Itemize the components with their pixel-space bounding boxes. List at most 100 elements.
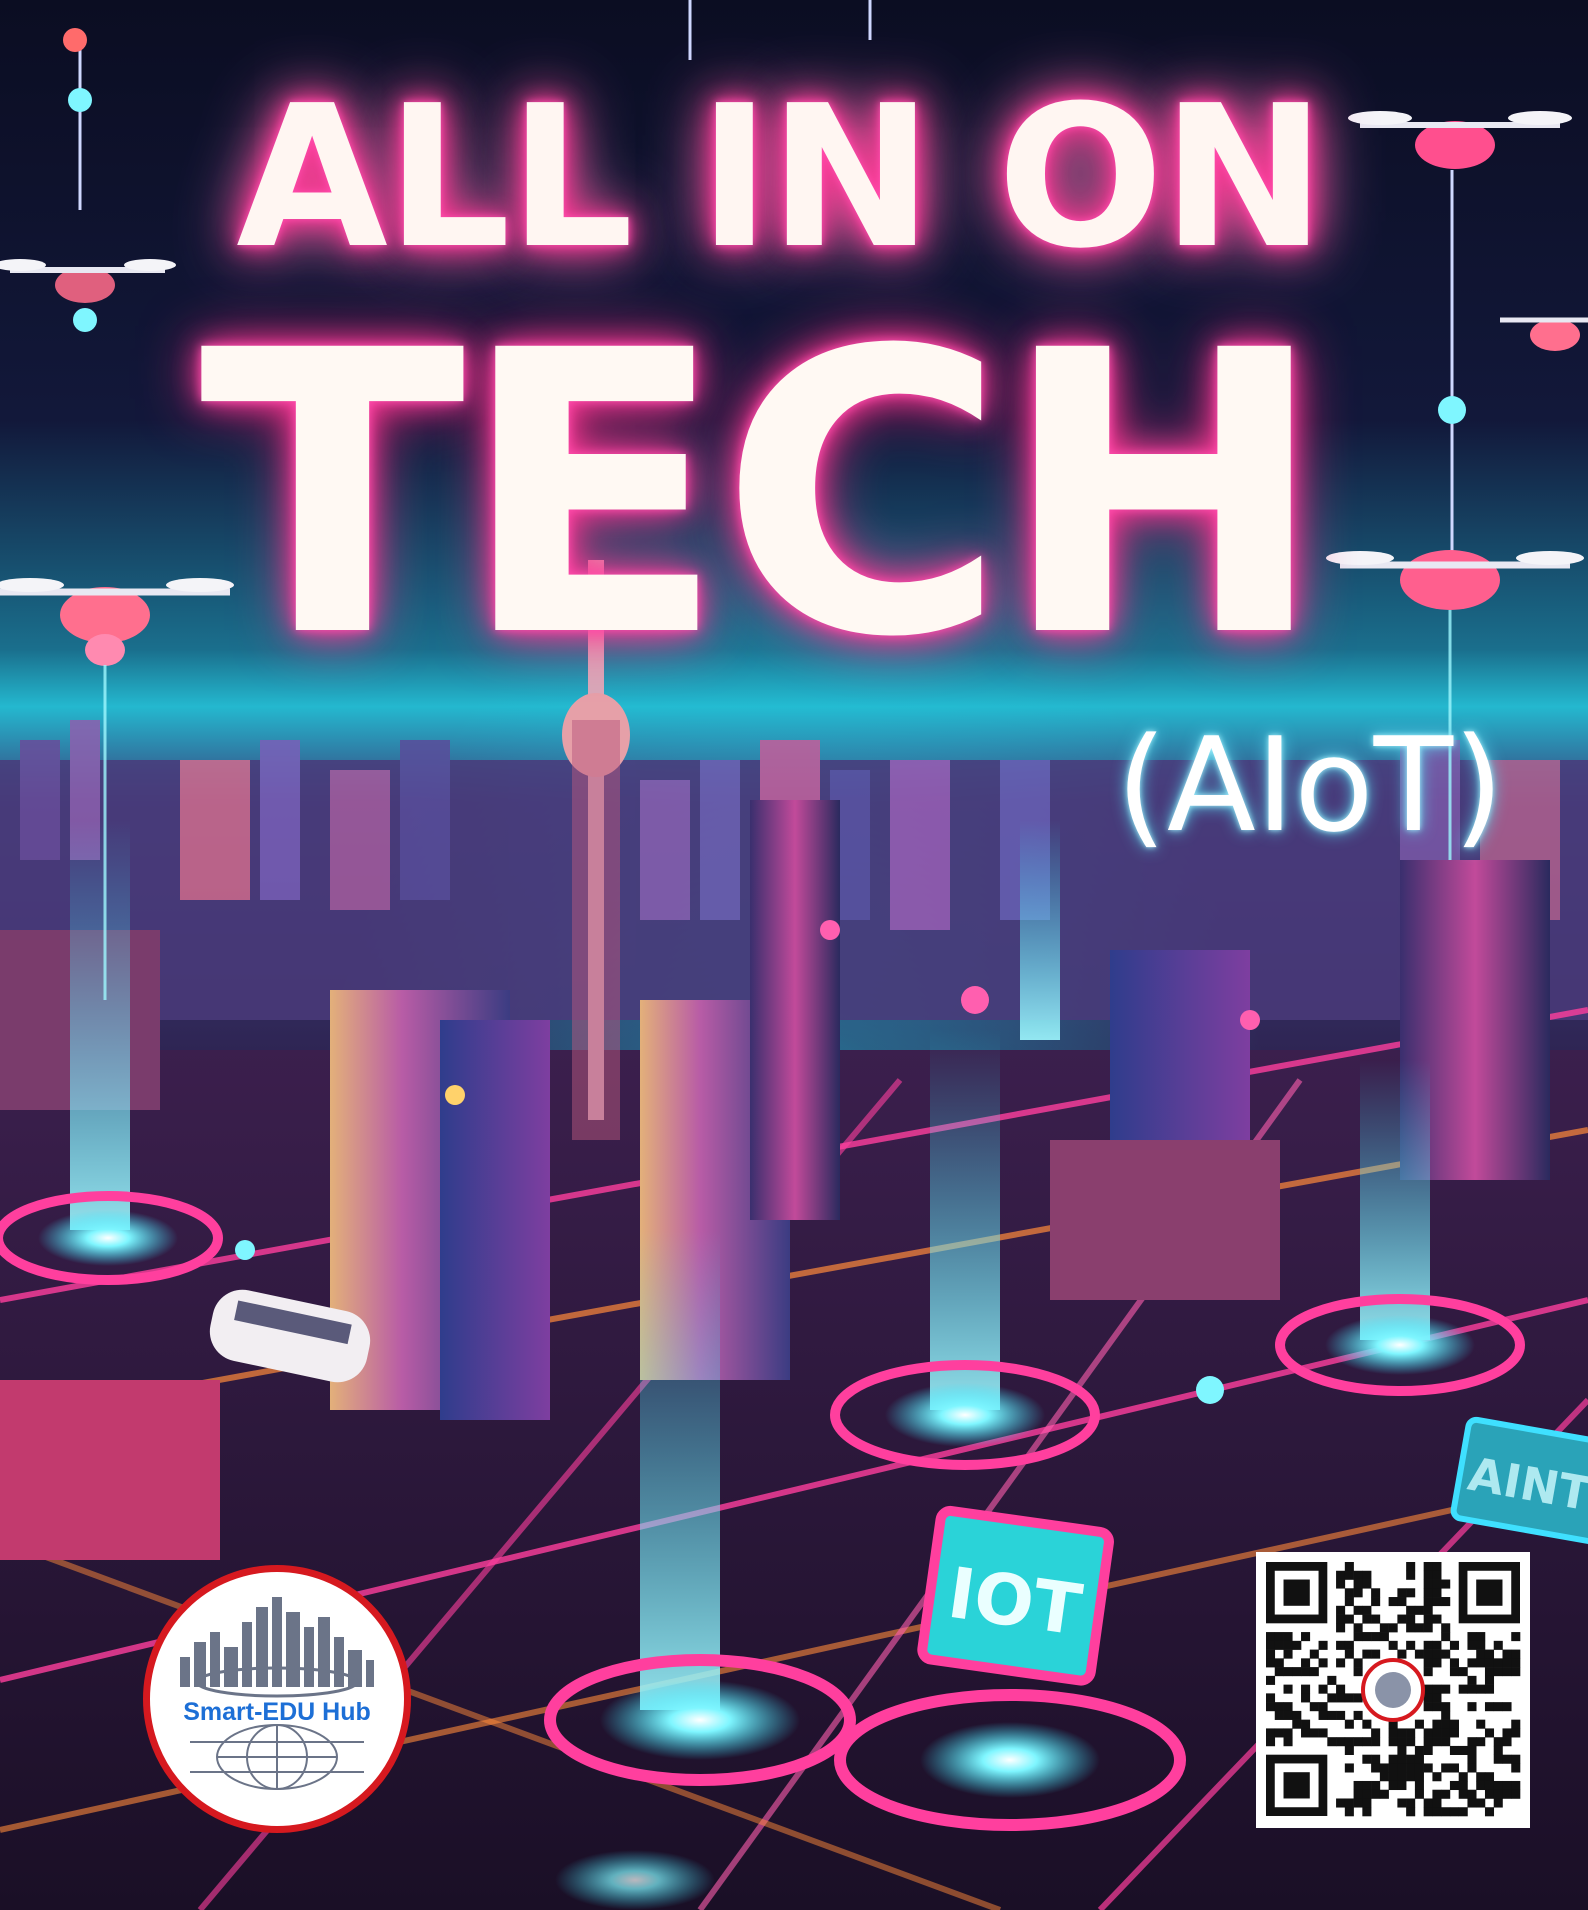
qr-module bbox=[1511, 1763, 1521, 1773]
drone-top-left bbox=[63, 28, 92, 210]
qr-module bbox=[1344, 1719, 1354, 1729]
qr-module bbox=[1432, 1684, 1442, 1694]
qr-module bbox=[1423, 1693, 1433, 1703]
qr-module bbox=[1283, 1640, 1293, 1650]
qr-module bbox=[1379, 1789, 1389, 1799]
qr-module bbox=[1406, 1772, 1416, 1782]
title-line-1: ALL IN ON bbox=[236, 64, 1326, 292]
qr-module bbox=[1493, 1658, 1503, 1668]
qr-module bbox=[1336, 1737, 1346, 1747]
qr-module bbox=[1476, 1780, 1486, 1791]
qr-module bbox=[1371, 1632, 1381, 1642]
qr-module bbox=[1344, 1763, 1354, 1773]
qr-module bbox=[1476, 1658, 1486, 1668]
qr-module bbox=[1353, 1798, 1363, 1808]
qr-module bbox=[1362, 1737, 1372, 1747]
qr-module bbox=[1353, 1623, 1363, 1633]
qr-module bbox=[1502, 1780, 1512, 1791]
qr-module bbox=[1274, 1710, 1284, 1720]
qr-module bbox=[1309, 1649, 1319, 1659]
qr-module bbox=[1493, 1780, 1503, 1791]
qr-module bbox=[1441, 1807, 1451, 1817]
qr-module bbox=[1327, 1693, 1337, 1703]
qr-module bbox=[1423, 1640, 1433, 1650]
qr-module bbox=[1362, 1807, 1372, 1817]
qr-module bbox=[1336, 1614, 1346, 1624]
iot-sign: IOT bbox=[917, 1505, 1114, 1686]
qr-module bbox=[1336, 1640, 1346, 1650]
qr-module bbox=[1344, 1693, 1354, 1703]
qr-module bbox=[1423, 1745, 1433, 1755]
qr-module bbox=[1336, 1798, 1346, 1808]
qr-module bbox=[1327, 1710, 1337, 1720]
qr-module bbox=[1266, 1632, 1276, 1642]
qr-module bbox=[1467, 1798, 1477, 1808]
drone-right-2 bbox=[1500, 317, 1588, 351]
qr-module bbox=[1467, 1632, 1477, 1642]
qr-module bbox=[1467, 1640, 1477, 1650]
qr-module bbox=[1423, 1597, 1433, 1607]
qr-module bbox=[1379, 1763, 1389, 1773]
qr-module bbox=[1397, 1763, 1407, 1773]
qr-module bbox=[1292, 1667, 1302, 1677]
qr-module bbox=[1423, 1605, 1433, 1615]
qr-module bbox=[1397, 1649, 1407, 1659]
qr-module bbox=[1397, 1614, 1407, 1624]
qr-module bbox=[1502, 1728, 1512, 1738]
qr-module bbox=[1353, 1579, 1363, 1589]
qr-module bbox=[1266, 1693, 1276, 1703]
qr-module bbox=[1414, 1754, 1424, 1764]
qr-module bbox=[1423, 1684, 1433, 1694]
qr-module bbox=[1266, 1675, 1276, 1685]
qr-module bbox=[1362, 1614, 1372, 1624]
qr-module bbox=[1283, 1684, 1293, 1694]
qr-module bbox=[1301, 1684, 1311, 1694]
qr-module bbox=[1406, 1737, 1416, 1747]
qr-module bbox=[1353, 1588, 1363, 1598]
qr-module bbox=[1388, 1737, 1398, 1747]
title-line-3: (AIoT) bbox=[1116, 709, 1504, 861]
qr-module bbox=[1283, 1728, 1293, 1738]
qr-module bbox=[1476, 1649, 1486, 1659]
qr-module bbox=[1423, 1737, 1433, 1747]
qr-module bbox=[1371, 1588, 1381, 1598]
qr-module bbox=[1449, 1745, 1459, 1755]
qr-module bbox=[1449, 1763, 1459, 1773]
qr-module bbox=[1362, 1579, 1372, 1589]
qr-module bbox=[1406, 1640, 1416, 1650]
qr-module bbox=[1467, 1763, 1477, 1773]
qr-module bbox=[1353, 1658, 1363, 1668]
qr-module bbox=[1336, 1605, 1346, 1615]
qr-module bbox=[1283, 1710, 1293, 1720]
qr-module bbox=[1371, 1737, 1381, 1747]
qr-module bbox=[1432, 1640, 1442, 1650]
qr-module bbox=[1423, 1658, 1433, 1668]
qr-module bbox=[1388, 1754, 1398, 1764]
qr-module bbox=[1502, 1754, 1512, 1764]
qr-module bbox=[1362, 1789, 1372, 1799]
qr-module bbox=[1406, 1763, 1416, 1773]
qr-module bbox=[1406, 1807, 1416, 1817]
qr-module bbox=[1362, 1605, 1372, 1615]
qr-module bbox=[1362, 1780, 1372, 1791]
qr-module bbox=[1423, 1763, 1433, 1773]
qr-module bbox=[1344, 1745, 1354, 1755]
qr-module bbox=[1423, 1798, 1433, 1808]
qr-module bbox=[1467, 1754, 1477, 1764]
qr-module bbox=[1274, 1632, 1284, 1642]
qr-module bbox=[1406, 1798, 1416, 1808]
qr-module bbox=[1432, 1693, 1442, 1703]
qr-module bbox=[1362, 1649, 1372, 1659]
qr-module bbox=[1502, 1789, 1512, 1799]
qr-module bbox=[1441, 1632, 1451, 1642]
qr-module bbox=[1432, 1570, 1442, 1580]
qr-module bbox=[1371, 1789, 1381, 1799]
qr-module bbox=[1423, 1588, 1433, 1598]
qr-module bbox=[1511, 1789, 1521, 1799]
qr-module bbox=[1292, 1719, 1302, 1729]
qr-module bbox=[1318, 1684, 1328, 1694]
qr-module bbox=[1362, 1754, 1372, 1764]
qr-module bbox=[1301, 1693, 1311, 1703]
qr-module bbox=[1397, 1780, 1407, 1791]
qr-module bbox=[1266, 1640, 1276, 1650]
